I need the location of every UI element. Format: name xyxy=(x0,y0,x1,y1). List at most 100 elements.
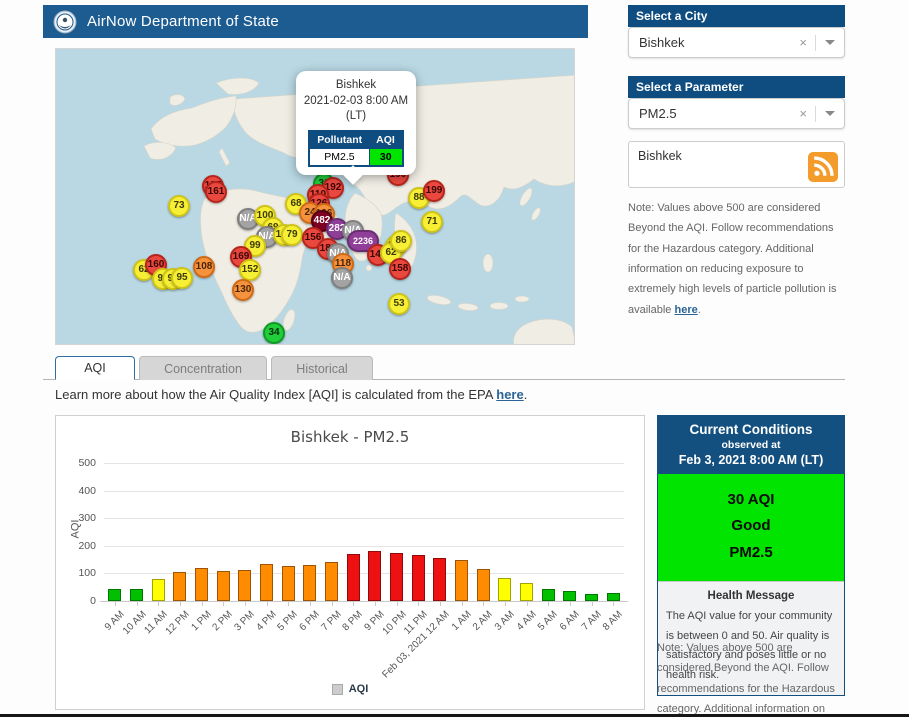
x-tick-label: 1 AM xyxy=(449,609,473,633)
aqi-bar[interactable] xyxy=(498,578,511,601)
aqi-bar[interactable] xyxy=(368,551,381,601)
x-tick xyxy=(570,602,571,606)
aqi-bar[interactable] xyxy=(390,553,403,601)
x-tick xyxy=(527,602,528,606)
map-marker[interactable]: 199 xyxy=(423,180,445,202)
sidebar-note-link[interactable]: here xyxy=(674,304,697,316)
y-tick-label: 200 xyxy=(56,540,96,552)
x-tick xyxy=(353,602,354,606)
x-tick xyxy=(137,602,138,606)
learn-more-link[interactable]: here xyxy=(496,387,523,402)
aqi-bar[interactable] xyxy=(282,566,295,601)
map-marker[interactable]: 53 xyxy=(388,293,410,315)
map-marker[interactable]: 73 xyxy=(168,195,190,217)
aqi-bar[interactable] xyxy=(607,593,620,601)
map-marker[interactable]: 86 xyxy=(390,230,412,252)
x-tick xyxy=(505,602,506,606)
learn-more-before: Learn more about how the Air Quality Ind… xyxy=(55,387,496,402)
sidebar-note-text: Note: Values above 500 are considered Be… xyxy=(628,202,837,316)
parameter-select[interactable]: PM2.5 × xyxy=(628,98,845,129)
city-select[interactable]: Bishkek × xyxy=(628,27,845,58)
x-tick-label: 4 AM xyxy=(514,609,538,633)
select-divider xyxy=(815,106,816,122)
clear-parameter-icon[interactable]: × xyxy=(791,106,815,121)
x-tick xyxy=(223,602,224,606)
map-marker[interactable]: N/A xyxy=(331,267,353,289)
cc-health-title: Health Message xyxy=(666,590,836,602)
popup-col-pollutant: Pollutant xyxy=(309,131,369,149)
aqi-bar[interactable] xyxy=(238,570,251,601)
x-tick xyxy=(158,602,159,606)
x-tick-label: 12 PM xyxy=(163,609,191,637)
city-select-value: Bishkek xyxy=(639,35,791,50)
rss-feed-box: Bishkek xyxy=(628,141,845,188)
map-marker[interactable]: 158 xyxy=(389,258,411,280)
aqi-bar[interactable] xyxy=(173,572,186,601)
map-popup: Bishkek 2021-02-03 8:00 AM (LT) Pollutan… xyxy=(296,71,416,175)
x-tick-label: 6 AM xyxy=(558,609,582,633)
gridline xyxy=(104,463,624,464)
map-marker[interactable]: 108 xyxy=(193,256,215,278)
x-tick xyxy=(115,602,116,606)
aqi-bar[interactable] xyxy=(455,560,468,601)
map-marker[interactable]: 95 xyxy=(171,267,193,289)
cc-aqi-block: 30 AQI Good PM2.5 xyxy=(658,474,844,581)
x-tick xyxy=(483,602,484,606)
map-marker[interactable]: 71 xyxy=(421,211,443,233)
chevron-down-icon[interactable] xyxy=(825,111,835,116)
aqi-bar[interactable] xyxy=(412,555,425,601)
rss-icon[interactable] xyxy=(808,152,838,182)
aqi-bar[interactable] xyxy=(130,589,143,601)
map-marker[interactable]: 130 xyxy=(232,279,254,301)
popup-table: Pollutant AQI PM2.5 30 xyxy=(308,130,404,167)
learn-more-after: . xyxy=(524,387,528,402)
aqi-bar[interactable] xyxy=(347,554,360,601)
aqi-bar[interactable] xyxy=(585,594,598,601)
cc-aqi-pollutant: PM2.5 xyxy=(662,540,840,566)
chevron-down-icon[interactable] xyxy=(825,40,835,45)
aqi-bar[interactable] xyxy=(433,558,446,601)
aqi-bar[interactable] xyxy=(563,591,576,601)
aqi-bar[interactable] xyxy=(520,583,533,601)
aqi-bar[interactable] xyxy=(325,562,338,601)
map-marker[interactable]: 152 xyxy=(239,259,261,281)
popup-col-aqi: AQI xyxy=(369,131,403,149)
app-title: AirNow Department of State xyxy=(87,13,279,30)
x-tick-label: 5 PM xyxy=(276,609,300,633)
legend-swatch xyxy=(332,684,343,695)
aqi-bar[interactable] xyxy=(260,564,273,601)
x-tick-label: 2 AM xyxy=(471,609,495,633)
x-tick-label: 8 PM xyxy=(341,609,365,633)
map-marker[interactable]: 79 xyxy=(281,224,303,246)
gridline xyxy=(104,518,624,519)
tab-concentration[interactable]: Concentration xyxy=(139,356,267,380)
x-tick xyxy=(245,602,246,606)
x-tick-label: 3 AM xyxy=(493,609,517,633)
x-tick xyxy=(332,602,333,606)
clear-city-icon[interactable]: × xyxy=(791,35,815,50)
tab-historical[interactable]: Historical xyxy=(271,356,373,380)
aqi-bar[interactable] xyxy=(108,589,121,601)
legend-label: AQI xyxy=(349,683,369,695)
x-tick-label: 6 PM xyxy=(297,609,321,633)
aqi-bar[interactable] xyxy=(152,579,165,601)
cc-note-text: Note: Values above 500 are considered Be… xyxy=(657,642,837,717)
aqi-bar[interactable] xyxy=(303,565,316,601)
aqi-bar[interactable] xyxy=(542,589,555,601)
aqi-bar[interactable] xyxy=(217,571,230,601)
cc-aqi-category: Good xyxy=(662,513,840,539)
map-marker[interactable]: 34 xyxy=(263,322,285,344)
chart-plot-area: AQI 01002003004005009 AM10 AM11 AM12 PM1… xyxy=(104,463,624,601)
airnow-page: AirNow Department of State xyxy=(0,0,909,717)
aqi-bar[interactable] xyxy=(195,568,208,601)
rss-city-label: Bishkek xyxy=(638,149,682,163)
x-tick xyxy=(310,602,311,606)
map-marker[interactable]: 161 xyxy=(205,181,227,203)
y-tick-label: 300 xyxy=(56,512,96,524)
learn-more-text: Learn more about how the Air Quality Ind… xyxy=(55,387,527,402)
popup-aqi-value: 30 xyxy=(369,148,403,166)
tab-aqi[interactable]: AQI xyxy=(55,356,135,380)
aqi-bar[interactable] xyxy=(477,569,490,601)
x-tick xyxy=(202,602,203,606)
world-map[interactable]: 18716173N/A1006869N/A1597999169152130621… xyxy=(55,48,575,345)
